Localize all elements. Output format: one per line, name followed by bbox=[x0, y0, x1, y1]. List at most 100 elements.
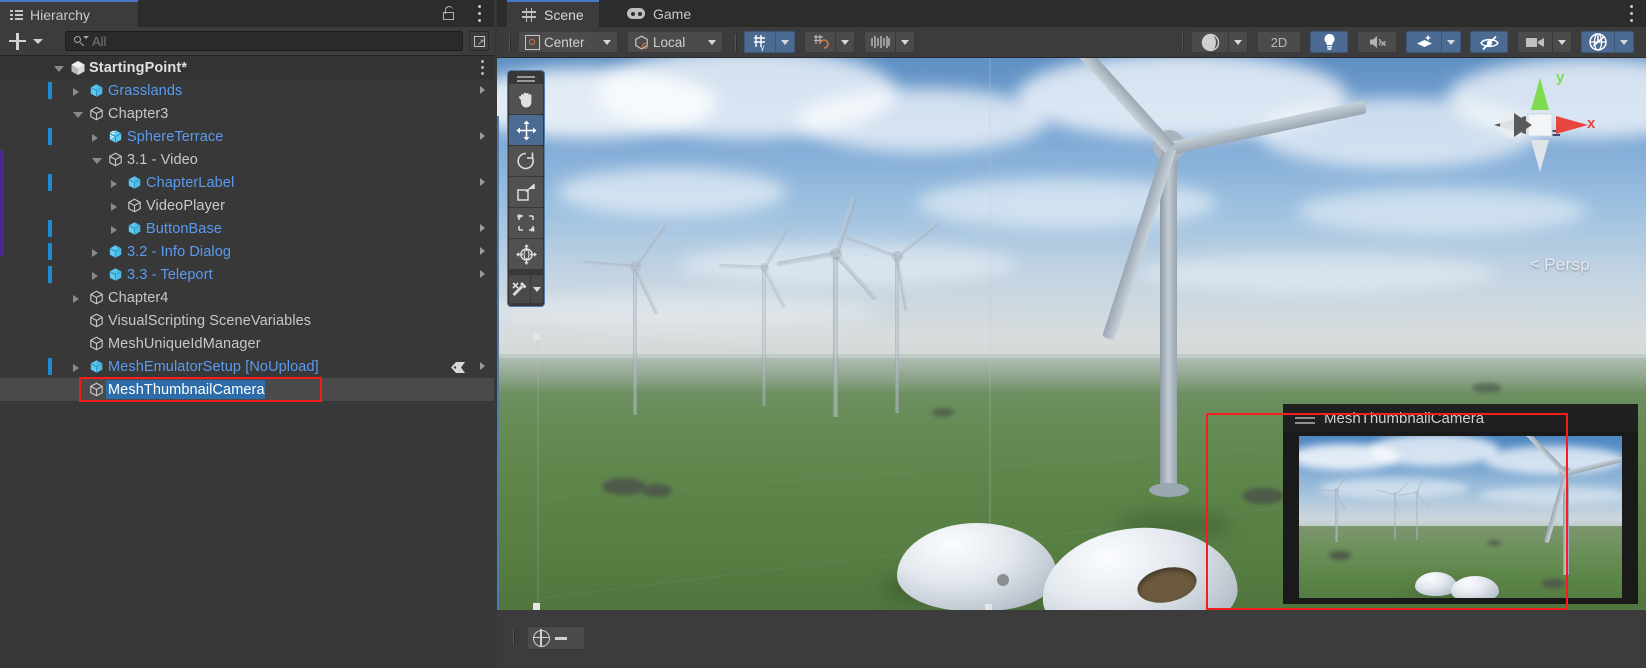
chevron-down-icon bbox=[841, 39, 849, 45]
rotate-tool-button[interactable] bbox=[509, 146, 543, 176]
hierarchy-tabbar: Hierarchy bbox=[0, 0, 494, 27]
toggle-fx-button[interactable] bbox=[1406, 31, 1442, 53]
hierarchy-row-label: Grasslands bbox=[108, 82, 183, 99]
grid-size-button[interactable] bbox=[864, 31, 896, 53]
hierarchy-row[interactable]: MeshUniqueIdManager bbox=[0, 332, 494, 355]
handle-local-icon bbox=[634, 35, 649, 50]
custom-editor-tool-button[interactable] bbox=[509, 275, 530, 303]
render-mode-button[interactable] bbox=[1191, 31, 1229, 53]
gizmos-dropdown[interactable] bbox=[1615, 31, 1634, 53]
hierarchy-row-label: 3.2 - Info Dialog bbox=[127, 243, 232, 260]
custom-tool-dropdown[interactable] bbox=[530, 275, 543, 303]
search-input[interactable]: All bbox=[65, 31, 463, 51]
grid-axis-button[interactable]: y bbox=[744, 31, 776, 53]
tree-twisty-collapsed-icon[interactable] bbox=[111, 225, 117, 234]
tree-twisty-expanded-icon[interactable] bbox=[54, 65, 64, 72]
tree-twisty-expanded-icon[interactable] bbox=[92, 157, 102, 164]
grid-visibility-button[interactable] bbox=[527, 626, 585, 650]
rotate-tool-icon bbox=[517, 152, 534, 170]
tree-twisty-collapsed-icon[interactable] bbox=[73, 294, 79, 303]
tab-game[interactable]: Game bbox=[612, 0, 706, 27]
hierarchy-row-meshthumbnailcamera[interactable]: MeshThumbnailCamera bbox=[0, 378, 494, 401]
toggle-2d-button[interactable]: 2D bbox=[1257, 31, 1301, 53]
drag-handle-icon[interactable] bbox=[508, 71, 544, 83]
hierarchy-row[interactable]: ChapterLabel bbox=[0, 171, 494, 194]
tree-twisty-collapsed-icon[interactable] bbox=[73, 363, 79, 372]
unity-editor-window: Hierarchy All ↗ StartingPoint* Grasslands… bbox=[0, 0, 1646, 668]
tree-twisty-collapsed-icon[interactable] bbox=[92, 271, 98, 280]
tool-palette-spacer bbox=[509, 270, 543, 274]
chevron-right-icon[interactable] bbox=[480, 362, 485, 370]
toggle-lighting-button[interactable] bbox=[1310, 31, 1348, 53]
scene-camera-button[interactable] bbox=[1517, 31, 1553, 53]
hierarchy-row[interactable]: MeshEmulatorSetup [NoUpload] bbox=[0, 355, 494, 378]
toggle-hidden-objects-button[interactable] bbox=[1470, 31, 1508, 53]
chevron-right-icon[interactable] bbox=[480, 247, 485, 255]
snap-increment-dropdown[interactable] bbox=[836, 31, 855, 53]
render-mode-dropdown[interactable] bbox=[1229, 31, 1248, 53]
tree-twisty-collapsed-icon[interactable] bbox=[92, 133, 98, 142]
tab-scene[interactable]: Scene bbox=[507, 0, 599, 27]
hierarchy-row[interactable]: 3.3 - Teleport bbox=[0, 263, 494, 286]
gizmo-projection-label-group[interactable]: < Persp bbox=[1530, 255, 1590, 275]
handle-rotation-button[interactable]: Local bbox=[627, 31, 723, 53]
rect-tool-icon bbox=[517, 214, 535, 232]
hierarchy-row[interactable]: Chapter3 bbox=[0, 102, 494, 125]
chevron-right-icon[interactable] bbox=[480, 224, 485, 232]
scene-view-gizmo[interactable]: y x bbox=[1488, 69, 1595, 178]
hierarchy-row[interactable]: ButtonBase bbox=[0, 217, 494, 240]
scene-camera-preview[interactable]: MeshThumbnailCamera bbox=[1283, 404, 1638, 604]
hierarchy-row[interactable]: StartingPoint* bbox=[0, 56, 494, 79]
scene-toolbar: Center Local y 2D bbox=[497, 27, 1646, 58]
snap-increment-button[interactable] bbox=[804, 31, 836, 53]
hierarchy-row[interactable]: VideoPlayer bbox=[0, 194, 494, 217]
kebab-menu-icon[interactable] bbox=[478, 5, 482, 22]
move-tool-button[interactable] bbox=[509, 115, 543, 145]
hierarchy-row-label: StartingPoint* bbox=[89, 59, 188, 76]
hierarchy-row-label: SphereTerrace bbox=[127, 128, 224, 145]
hierarchy-row[interactable]: Chapter4 bbox=[0, 286, 494, 309]
gizmos-toggle-button[interactable] bbox=[1581, 31, 1615, 53]
chevron-right-icon[interactable] bbox=[480, 178, 485, 186]
drag-handle-icon[interactable] bbox=[1295, 417, 1315, 419]
scene-kebab-menu-icon[interactable] bbox=[1630, 5, 1634, 22]
rect-tool-button[interactable] bbox=[509, 208, 543, 238]
pivot-mode-button[interactable]: Center bbox=[518, 31, 618, 53]
toggle-audio-button[interactable] bbox=[1357, 31, 1397, 53]
hierarchy-row[interactable]: SphereTerrace bbox=[0, 125, 494, 148]
hierarchy-row[interactable]: 3.1 - Video bbox=[0, 148, 494, 171]
tab-game-label: Game bbox=[653, 5, 692, 22]
chevron-right-icon[interactable] bbox=[480, 270, 485, 278]
lock-open-icon[interactable] bbox=[442, 6, 456, 21]
tree-twisty-collapsed-icon[interactable] bbox=[73, 87, 79, 96]
prefab-indicator-bar bbox=[48, 358, 52, 375]
create-gameobject-button[interactable] bbox=[9, 32, 43, 50]
scale-tool-button[interactable] bbox=[509, 177, 543, 207]
transform-tool-button[interactable] bbox=[509, 239, 543, 269]
hierarchy-row-label: ButtonBase bbox=[146, 220, 222, 237]
hierarchy-row[interactable]: Grasslands bbox=[0, 79, 494, 102]
tree-twisty-collapsed-icon[interactable] bbox=[92, 248, 98, 257]
chevron-right-icon[interactable] bbox=[480, 132, 485, 140]
hierarchy-row-label: MeshUniqueIdManager bbox=[108, 335, 261, 352]
tree-twisty-collapsed-icon[interactable] bbox=[111, 202, 117, 211]
grid-axis-dropdown[interactable] bbox=[776, 31, 795, 53]
tree-twisty-expanded-icon[interactable] bbox=[73, 111, 83, 118]
prefab-indicator-bar bbox=[48, 220, 52, 237]
save-search-icon[interactable]: ↗ bbox=[469, 31, 489, 51]
toolbar-separator bbox=[509, 33, 511, 51]
tab-hierarchy[interactable]: Hierarchy bbox=[0, 0, 138, 27]
hierarchy-row[interactable]: 3.2 - Info Dialog bbox=[0, 240, 494, 263]
scene-camera-dropdown[interactable] bbox=[1553, 31, 1572, 53]
scene-context-menu-icon[interactable] bbox=[481, 60, 484, 75]
effects-dropdown[interactable] bbox=[1442, 31, 1461, 53]
hierarchy-row[interactable]: VisualScripting SceneVariables bbox=[0, 309, 494, 332]
rock bbox=[1329, 551, 1351, 560]
prefab-variant-icon bbox=[108, 129, 123, 144]
chevron-right-icon[interactable] bbox=[480, 86, 485, 94]
prefab-indicator-bar bbox=[48, 128, 52, 145]
hand-tool-button[interactable] bbox=[509, 84, 543, 114]
grid-size-dropdown[interactable] bbox=[896, 31, 915, 53]
tree-twisty-collapsed-icon[interactable] bbox=[111, 179, 117, 188]
scene-viewport[interactable]: y x < Persp MeshThumbnailCamera bbox=[497, 58, 1646, 610]
